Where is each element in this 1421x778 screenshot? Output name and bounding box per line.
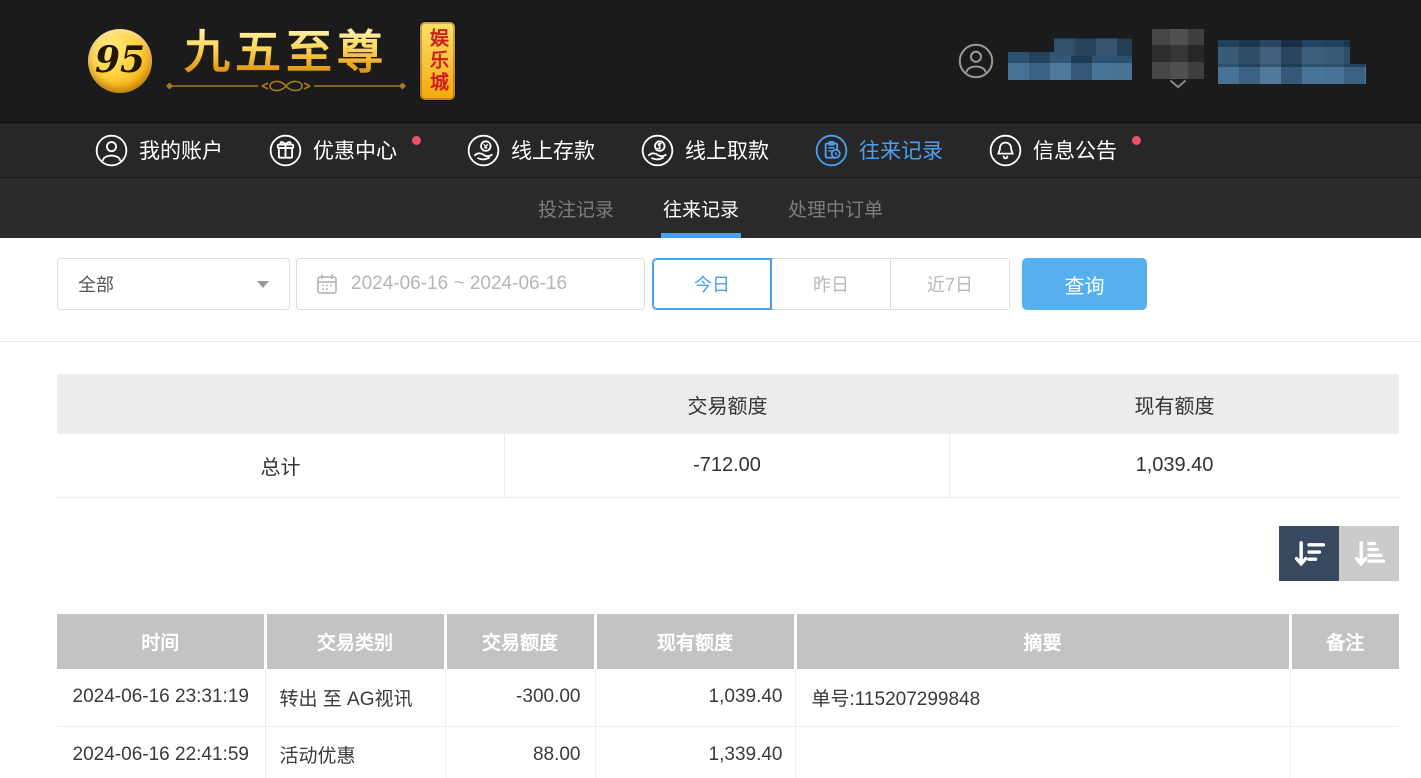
tab-label: 往来记录 — [663, 195, 739, 222]
summary-balance-total: 1,039.40 — [950, 434, 1399, 497]
records-header-row: 时间 交易类别 交易额度 现有额度 摘要 备注 — [57, 614, 1399, 669]
summary-header-transaction: 交易额度 — [505, 390, 950, 419]
user-avatar-icon[interactable] — [958, 43, 994, 79]
main-nav: 我的账户 优惠中心 线上存款 线上取款 — [0, 123, 1421, 178]
col-header-amount: 交易额度 — [445, 614, 595, 669]
calendar-icon — [315, 272, 339, 296]
quick-btn-label: 今日 — [694, 271, 730, 297]
quick-btn-last7days[interactable]: 近7日 — [891, 259, 1009, 309]
cell-time: 2024-06-16 22:41:59 — [57, 726, 265, 778]
cell-time: 2024-06-16 23:31:19 — [57, 669, 265, 726]
cell-balance: 1,339.40 — [595, 726, 795, 778]
quick-btn-label: 近7日 — [927, 271, 973, 297]
nav-item-withdraw[interactable]: 线上取款 — [641, 134, 769, 167]
chevron-down-icon — [1169, 79, 1187, 89]
date-range-input[interactable]: 2024-06-16 ~ 2024-06-16 — [296, 258, 645, 310]
date-range-value: 2024-06-16 ~ 2024-06-16 — [351, 273, 567, 295]
logo-number: 95 — [95, 39, 145, 81]
nav-item-announcements[interactable]: 信息公告 — [989, 134, 1141, 167]
section-divider — [0, 341, 1421, 342]
nav-label: 信息公告 — [1033, 135, 1117, 165]
nav-item-deposit[interactable]: 线上存款 — [467, 134, 595, 167]
redacted-balance — [1218, 38, 1366, 84]
col-header-summary: 摘要 — [795, 614, 1290, 669]
sub-tabs: 投注记录 往来记录 处理中订单 — [0, 178, 1421, 238]
cell-summary — [795, 726, 1290, 778]
flourish-ornament — [166, 78, 406, 94]
brand-badge-text: 娱乐城 — [424, 28, 451, 94]
logo-coin-icon: 95 — [88, 29, 152, 93]
summary-total-row: 总计 -712.00 1,039.40 — [57, 434, 1399, 498]
summary-total-label: 总计 — [57, 434, 505, 497]
col-header-balance: 现有额度 — [595, 614, 795, 669]
redacted-username — [1008, 38, 1138, 84]
deposit-icon — [467, 134, 500, 167]
brand-badge: 娱乐城 — [420, 22, 455, 100]
table-row: 2024-06-16 23:31:19 转出 至 AG视讯 -300.00 1,… — [57, 669, 1399, 726]
nav-item-my-account[interactable]: 我的账户 — [95, 134, 223, 167]
type-select-value: 全部 — [78, 271, 114, 297]
notification-dot — [1132, 136, 1141, 145]
tab-label: 处理中订单 — [788, 195, 883, 222]
brand-name: 九五至尊 — [184, 28, 388, 76]
caret-down-icon — [257, 281, 269, 288]
summary-header-balance: 现有额度 — [950, 390, 1399, 419]
tab-label: 投注记录 — [538, 195, 614, 222]
nav-item-promotions[interactable]: 优惠中心 — [269, 134, 421, 167]
top-header: 95 九五至尊 娱乐城 — [0, 0, 1421, 123]
sort-ascending-icon — [1352, 538, 1386, 570]
cell-amount: 88.00 — [445, 726, 595, 778]
cell-remark — [1290, 726, 1399, 778]
tab-transaction-records[interactable]: 往来记录 — [661, 178, 741, 238]
tab-betting-records[interactable]: 投注记录 — [536, 178, 616, 238]
tab-processing-orders[interactable]: 处理中订单 — [786, 178, 885, 238]
col-header-type: 交易类别 — [265, 614, 445, 669]
nav-label: 线上取款 — [685, 135, 769, 165]
summary-transaction-total: -712.00 — [505, 434, 950, 497]
nav-label: 往来记录 — [859, 135, 943, 165]
quick-btn-label: 昨日 — [813, 271, 849, 297]
table-row: 2024-06-16 22:41:59 活动优惠 88.00 1,339.40 — [57, 726, 1399, 778]
withdraw-icon — [641, 134, 674, 167]
redacted-level-dropdown[interactable] — [1152, 29, 1204, 93]
summary-table: 交易额度 现有额度 总计 -712.00 1,039.40 — [57, 374, 1399, 498]
sort-descending-icon — [1292, 538, 1326, 570]
nav-item-records[interactable]: 往来记录 — [815, 134, 943, 167]
records-table: 时间 交易类别 交易额度 现有额度 摘要 备注 2024-06-16 23:31… — [57, 614, 1399, 778]
account-icon — [95, 134, 128, 167]
cell-balance: 1,039.40 — [595, 669, 795, 726]
bell-icon — [989, 134, 1022, 167]
query-button[interactable]: 查询 — [1022, 258, 1147, 310]
cell-summary: 单号:115207299848 — [795, 669, 1290, 726]
cell-amount: -300.00 — [445, 669, 595, 726]
col-header-remark: 备注 — [1290, 614, 1399, 669]
cell-remark — [1290, 669, 1399, 726]
gift-icon — [269, 134, 302, 167]
nav-label: 线上存款 — [511, 135, 595, 165]
quick-date-group: 今日 昨日 近7日 — [652, 258, 1010, 310]
nav-label: 优惠中心 — [313, 135, 397, 165]
sort-toolbar — [0, 526, 1399, 581]
col-header-time: 时间 — [57, 614, 265, 669]
summary-header-row: 交易额度 现有额度 — [57, 374, 1399, 434]
records-icon — [815, 134, 848, 167]
quick-btn-today[interactable]: 今日 — [653, 259, 772, 309]
type-select[interactable]: 全部 — [57, 258, 290, 310]
cell-type: 转出 至 AG视讯 — [265, 669, 445, 726]
cell-type: 活动优惠 — [265, 726, 445, 778]
nav-label: 我的账户 — [139, 135, 223, 165]
sort-descending-button[interactable] — [1279, 526, 1339, 581]
user-area — [958, 29, 1366, 93]
sort-ascending-button[interactable] — [1339, 526, 1399, 581]
notification-dot — [412, 136, 421, 145]
filter-bar: 全部 2024-06-16 ~ 2024-06-16 今日 昨日 近7日 查询 — [57, 258, 1399, 310]
quick-btn-yesterday[interactable]: 昨日 — [772, 259, 891, 309]
brand-logo[interactable]: 95 九五至尊 娱乐城 — [88, 22, 455, 100]
